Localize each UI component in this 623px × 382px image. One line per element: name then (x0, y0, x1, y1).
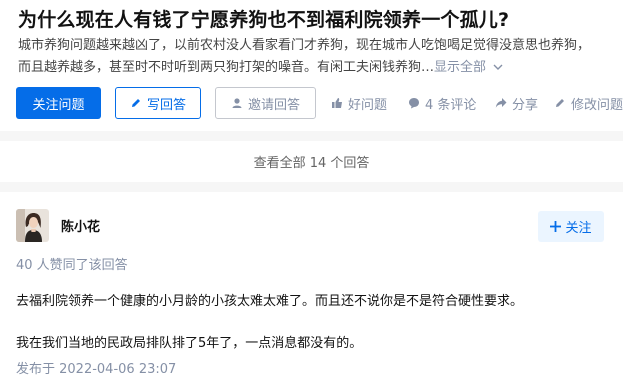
author-name[interactable]: 陈小花 (61, 216, 100, 235)
follow-question-button[interactable]: 关注问题 (16, 87, 101, 119)
comment-bubble-icon (409, 98, 419, 109)
share-button[interactable]: 分享 (495, 87, 538, 119)
edit-question-button[interactable]: 修改问题 (554, 87, 623, 119)
share-label: 分享 (512, 97, 539, 113)
avatar[interactable] (16, 209, 49, 242)
answer-card: 陈小花 关注 40 人赞同了该回答 去福利院领养一个健康的小月龄的小孩太难太难了… (0, 192, 623, 382)
view-all-bar: 查看全部 14 个回答 (0, 141, 623, 182)
question-card: 为什么现在人有钱了宁愿养狗也不到福利院领养一个孤儿? 城市养狗问题越来越凶了，以… (0, 0, 623, 131)
comments-button[interactable]: 4 条评论 (408, 87, 476, 119)
plus-icon (550, 221, 562, 232)
show-all-link[interactable]: 显示全部 (434, 60, 503, 75)
voters-count[interactable]: 40 人赞同了该回答 (16, 254, 128, 273)
avatar-image (16, 209, 49, 242)
person-icon (232, 98, 242, 108)
follow-author-label: 关注 (565, 221, 592, 236)
pencil-icon (556, 99, 564, 107)
question-title[interactable]: 为什么现在人有钱了宁愿养狗也不到福利院领养一个孤儿? (18, 5, 509, 32)
answer-paragraph: 我在我们当地的民政局排队排了5年了，一点消息都没有的。 (16, 336, 363, 351)
follow-question-label: 关注问题 (32, 97, 85, 113)
invite-answer-label: 邀请回答 (247, 97, 300, 113)
share-icon (495, 98, 507, 108)
chevron-down-icon (493, 64, 503, 70)
answer-paragraph: 去福利院领养一个健康的小月龄的小孩太难太难了。而且还不说你是不是符合硬性要求。 (16, 294, 524, 309)
good-question-button[interactable]: 好问题 (331, 87, 387, 119)
excerpt-line-2: 而且越养越多，甚至时不时听到两只狗打架的噪音。有闲工夫闲钱养狗…显示全部 (18, 57, 618, 79)
write-answer-button[interactable]: 写回答 (115, 87, 201, 119)
question-excerpt[interactable]: 城市养狗问题越来越凶了，以前农村没人看家看门才养狗，现在城市人吃饱喝足觉得没意思… (18, 35, 618, 79)
thumbs-up-icon (332, 98, 342, 108)
write-answer-label: 写回答 (146, 97, 186, 113)
follow-author-button[interactable]: 关注 (538, 211, 604, 242)
view-all-answers-link[interactable]: 查看全部 14 个回答 (0, 141, 623, 182)
show-all-label: 显示全部 (434, 60, 487, 75)
edit-question-label: 修改问题 (571, 97, 623, 113)
good-question-label: 好问题 (348, 97, 388, 113)
pencil-icon (131, 99, 140, 107)
comments-label: 4 条评论 (425, 97, 477, 113)
invite-answer-button[interactable]: 邀请回答 (215, 87, 316, 119)
publish-time[interactable]: 发布于 2022-04-06 23:07 (16, 358, 176, 377)
excerpt-text-2: 而且越养越多，甚至时不时听到两只狗打架的噪音。有闲工夫闲钱养狗… (18, 60, 435, 75)
excerpt-line-1: 城市养狗问题越来越凶了，以前农村没人看家看门才养狗，现在城市人吃饱喝足觉得没意思… (18, 38, 591, 53)
